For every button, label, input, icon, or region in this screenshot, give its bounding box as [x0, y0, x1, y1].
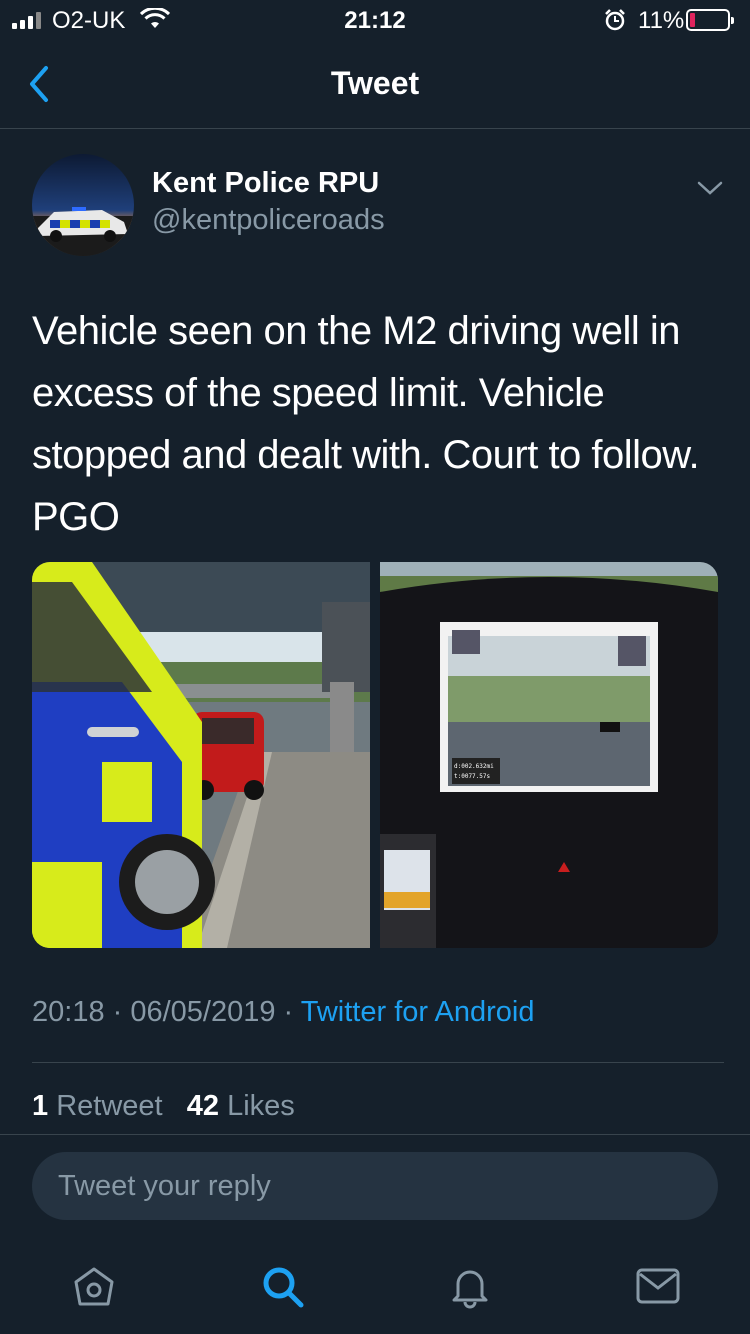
tweet-text: Vehicle seen on the M2 driving well in e…	[32, 309, 700, 539]
status-bar: O2-UK 21:12 11%	[0, 0, 750, 40]
chevron-down-icon[interactable]	[694, 176, 726, 200]
retweets-count: 1	[32, 1090, 49, 1122]
tweet-source-link[interactable]: Twitter for Android	[301, 996, 535, 1028]
battery-icon	[686, 9, 734, 31]
notifications-icon[interactable]	[446, 1262, 494, 1310]
divider	[0, 1134, 750, 1135]
author-name[interactable]: Kent Police RPU	[152, 167, 379, 200]
alarm-icon	[605, 9, 625, 31]
messages-icon[interactable]	[634, 1262, 682, 1310]
police-car-photo[interactable]	[32, 562, 370, 948]
divider	[32, 1062, 724, 1063]
likes-count: 42	[186, 1090, 220, 1122]
svg-text:d:002.632mi: d:002.632mi	[454, 763, 494, 770]
speed-camera-screen-photo[interactable]: d:002.632mi t:0077.57s	[380, 562, 718, 948]
tweet-media: d:002.632mi t:0077.57s	[32, 562, 718, 948]
likes-stat[interactable]: 42 Likes	[187, 1090, 295, 1122]
svg-text:t:0077.57s: t:0077.57s	[454, 773, 491, 780]
author-avatar[interactable]	[32, 154, 134, 256]
search-icon[interactable]	[258, 1262, 306, 1310]
retweets-label: Retweet	[56, 1090, 163, 1122]
retweets-stat[interactable]: 1 Retweet	[32, 1090, 163, 1122]
navigation-bar: Tweet	[0, 40, 750, 129]
tweet-meta: 20:18 · 06/05/2019 · Twitter for Android	[32, 996, 534, 1029]
battery-percentage: 11%	[638, 7, 685, 34]
police-car-avatar-image	[32, 154, 134, 256]
reply-input[interactable]: Tweet your reply	[32, 1152, 718, 1220]
home-icon[interactable]	[70, 1262, 118, 1310]
reply-placeholder: Tweet your reply	[58, 1170, 271, 1202]
tweet-stats: 1 Retweet 42 Likes	[32, 1090, 295, 1123]
page-title: Tweet	[330, 65, 420, 101]
likes-label: Likes	[227, 1090, 295, 1122]
tweet-timestamp: 20:18 · 06/05/2019 ·	[32, 996, 301, 1028]
author-handle[interactable]: @kentpoliceroads	[152, 204, 385, 237]
